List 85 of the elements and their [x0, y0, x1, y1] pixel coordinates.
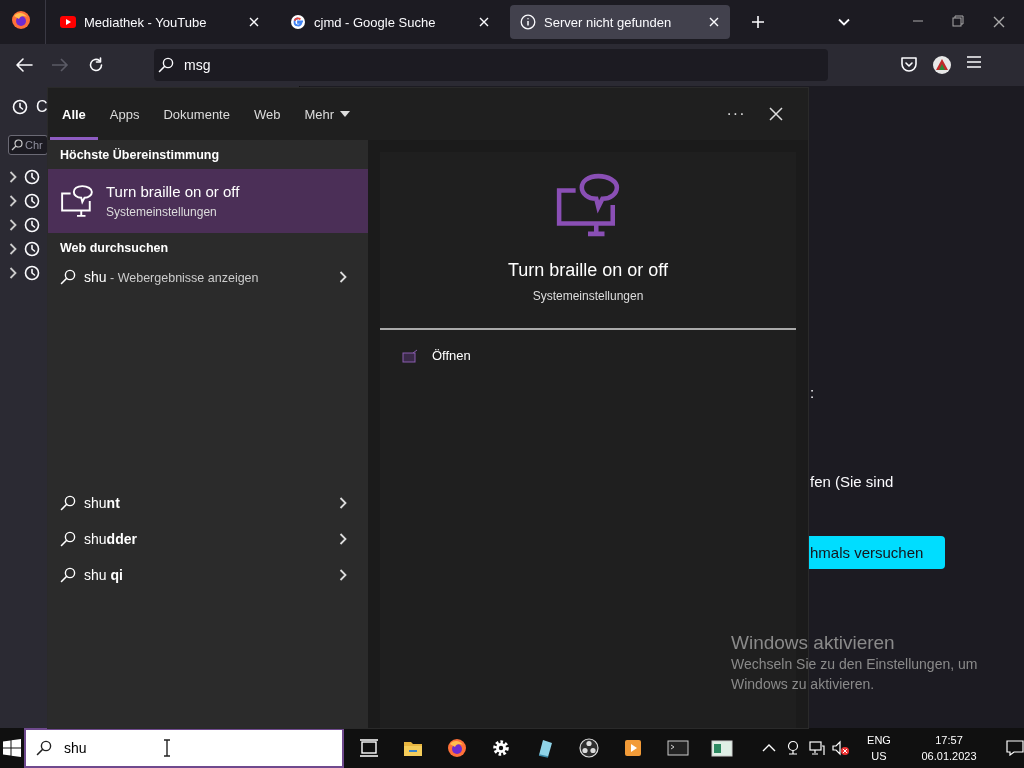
search-suggestion[interactable]: shunt	[48, 485, 368, 521]
open-action[interactable]: Öffnen	[380, 330, 796, 363]
history-search-field[interactable]: Chr	[8, 135, 48, 155]
monitor-speech-icon	[555, 172, 621, 238]
search-icon	[60, 567, 76, 583]
web-search-result[interactable]: shu - Webergebnisse anzeigen	[48, 259, 368, 295]
caret-down-icon	[340, 111, 351, 117]
video-play-icon	[60, 16, 76, 28]
result-title: Turn braille on or off	[106, 183, 240, 200]
clock-icon	[24, 217, 40, 233]
windows-start-icon[interactable]	[3, 739, 21, 757]
recording-app-icon[interactable]	[579, 738, 601, 758]
address-bar[interactable]: msg	[154, 49, 828, 81]
chevron-right-icon[interactable]	[8, 242, 18, 256]
preview-title: Turn braille on or off	[507, 260, 669, 281]
monitor-speech-icon	[60, 184, 94, 218]
browser-logo-icon[interactable]	[447, 738, 469, 758]
filter-tab[interactable]: Web	[241, 88, 293, 140]
avatar-icon[interactable]	[932, 55, 952, 75]
search-suggestion[interactable]: shu qi	[48, 557, 368, 593]
result-subtitle: Systemeinstellungen	[106, 205, 218, 219]
clock-icon	[12, 99, 28, 115]
chevron-right-icon[interactable]	[8, 266, 18, 280]
taskbar-clock[interactable]: 17:57 06.01.2023	[916, 732, 982, 764]
filter-tab[interactable]: Mehr	[292, 88, 363, 140]
section-heading: Höchste Übereinstimmung	[59, 147, 221, 162]
preview-subtitle: Systemeinstellungen	[532, 289, 644, 303]
google-g-icon	[290, 14, 306, 30]
info-icon	[520, 14, 536, 30]
task-view-icon[interactable]	[359, 738, 381, 758]
restore-icon[interactable]	[952, 15, 964, 27]
chevron-right-icon[interactable]	[8, 170, 18, 184]
best-match-result[interactable]: Turn braille on or off Systemeinstellungen	[48, 169, 368, 233]
chevron-right-icon[interactable]	[8, 194, 18, 208]
sidebar-title: C	[36, 98, 48, 116]
browser-tab[interactable]: Mediathek - YouTube	[50, 5, 270, 39]
chevron-right-icon[interactable]	[338, 532, 348, 546]
taskbar-search-field[interactable]: shu	[24, 728, 344, 768]
search-icon	[36, 740, 52, 756]
open-app-icon	[402, 348, 418, 363]
clock-icon	[24, 193, 40, 209]
terminal-icon[interactable]	[667, 738, 689, 758]
filter-tab[interactable]: Dokumente	[151, 88, 242, 140]
search-icon	[60, 495, 76, 511]
chevron-right-icon[interactable]	[338, 496, 348, 510]
page-text: :	[810, 384, 816, 401]
pocket-icon[interactable]	[900, 55, 918, 73]
more-options-button[interactable]: ···	[716, 104, 756, 124]
search-suggestion[interactable]: shudder	[48, 521, 368, 557]
activation-text: Wechseln Sie zu den Einstellungen, um	[731, 655, 978, 674]
section-heading: Web durchsuchen	[59, 240, 170, 255]
clock-icon	[24, 169, 40, 185]
network-icon[interactable]	[809, 740, 825, 756]
notification-icon[interactable]	[1006, 740, 1024, 756]
browser-tab[interactable]: Server nicht gefunden	[510, 5, 730, 39]
reload-icon[interactable]	[88, 57, 104, 73]
new-tab-icon[interactable]	[751, 15, 765, 29]
chevron-up-icon[interactable]	[762, 743, 776, 753]
app-window-icon[interactable]	[711, 738, 733, 758]
chevron-right-icon[interactable]	[338, 568, 348, 582]
activation-text: Windows zu aktivieren.	[731, 675, 876, 694]
browser-tab[interactable]: cjmd - Google Suche	[280, 5, 500, 39]
close-icon[interactable]	[992, 15, 1006, 29]
text-cursor-icon	[162, 739, 172, 757]
menu-icon[interactable]	[966, 55, 982, 69]
clock-icon	[24, 241, 40, 257]
search-icon	[60, 269, 76, 285]
clock-icon	[24, 265, 40, 281]
page-text: fen (Sie sind	[810, 473, 895, 490]
language-indicator[interactable]: ENG US	[862, 732, 896, 764]
activation-title: Windows aktivieren	[731, 632, 896, 654]
search-icon	[11, 139, 23, 151]
retry-button[interactable]: hmals versuchen	[808, 536, 945, 569]
webcam-icon[interactable]	[785, 740, 801, 756]
back-arrow-icon[interactable]	[15, 57, 33, 73]
chevron-down-icon[interactable]	[837, 17, 851, 27]
chevron-right-icon[interactable]	[8, 218, 18, 232]
browser-logo-icon[interactable]	[11, 10, 31, 30]
chevron-right-icon[interactable]	[338, 270, 348, 284]
result-text: shu - Webergebnisse anzeigen	[84, 269, 260, 285]
volume-muted-icon[interactable]	[832, 740, 850, 756]
close-icon	[769, 107, 783, 121]
search-icon	[158, 57, 174, 73]
filter-tab[interactable]: Apps	[97, 88, 152, 140]
search-icon	[60, 531, 76, 547]
